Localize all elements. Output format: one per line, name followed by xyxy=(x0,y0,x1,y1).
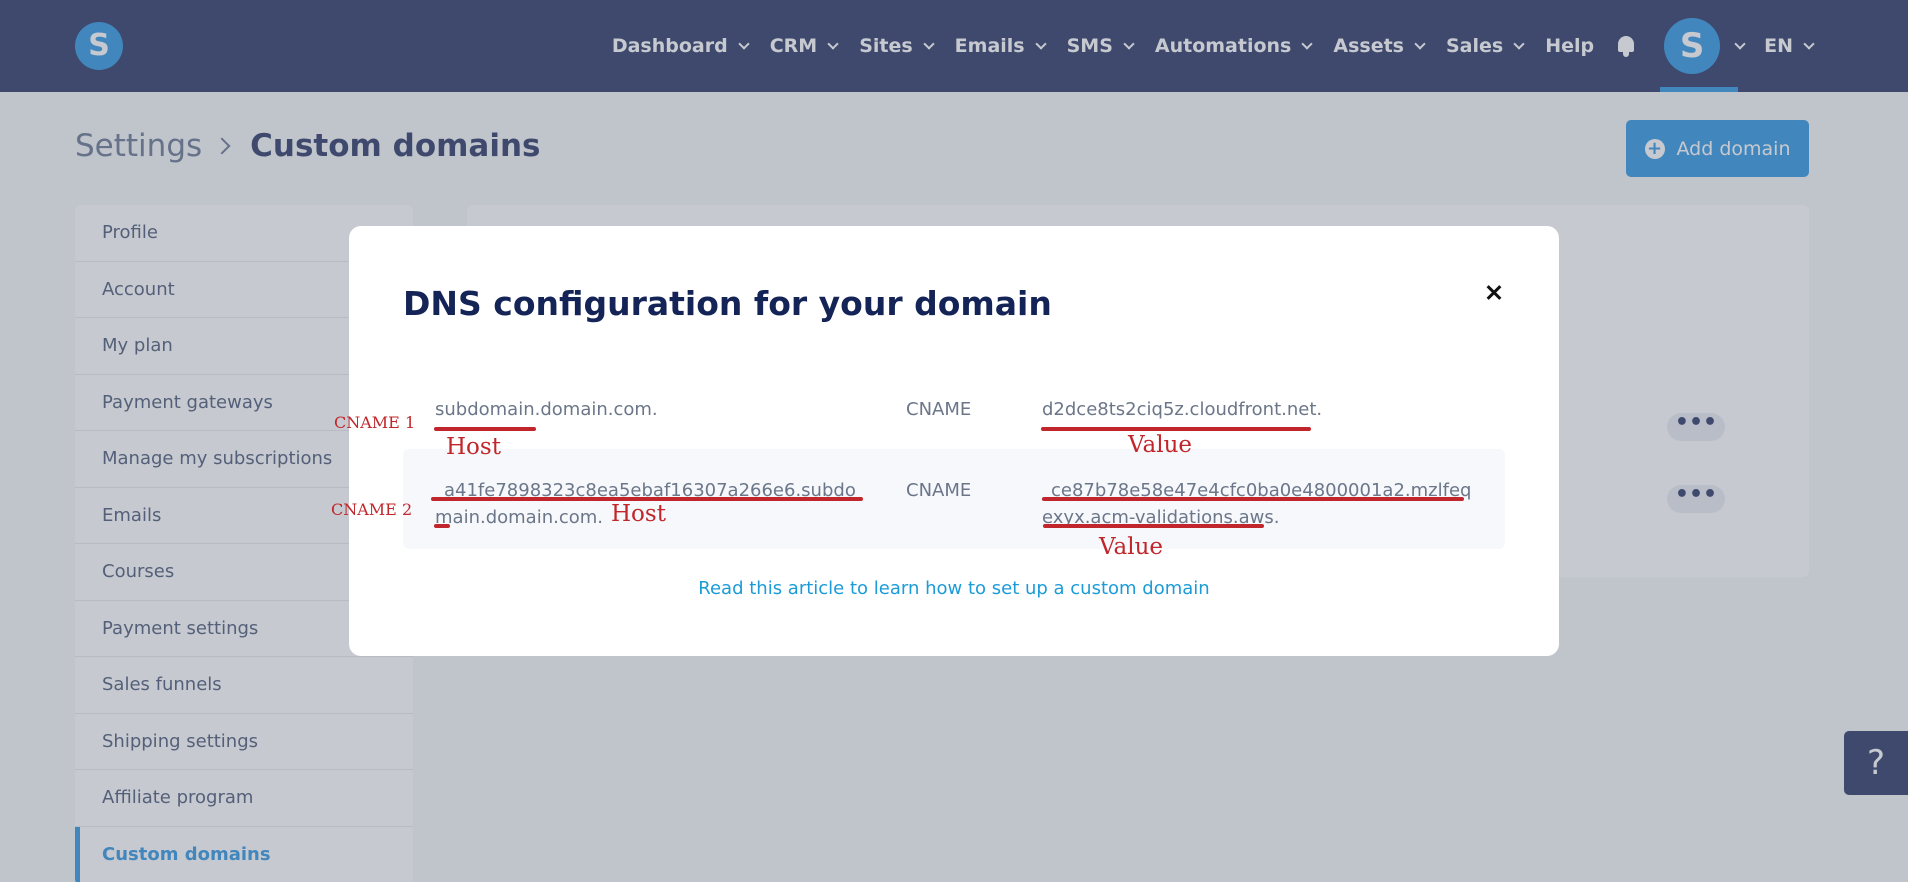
record-host: subdomain.domain.com. xyxy=(435,399,658,420)
annotation-underline xyxy=(1041,427,1311,431)
record-value: _ce87b78e58e47e4cfc0ba0e4800001a2.mzlfeq… xyxy=(1042,480,1472,528)
annotation-cname2: CNAME 2 xyxy=(331,500,413,519)
close-icon[interactable] xyxy=(1479,278,1509,308)
annotation-host: Host xyxy=(611,501,666,527)
dns-record-row: subdomain.domain.com. CNAME d2dce8ts2ciq… xyxy=(403,396,1505,452)
annotation-underline xyxy=(1042,497,1464,501)
annotation-underline xyxy=(1043,524,1264,528)
modal-title: DNS configuration for your domain xyxy=(403,284,1052,323)
annotation-host: Host xyxy=(446,434,501,460)
record-type: CNAME xyxy=(906,399,972,420)
record-value: d2dce8ts2ciq5z.cloudfront.net. xyxy=(1042,399,1323,420)
dns-config-modal: DNS configuration for your domain subdom… xyxy=(349,226,1559,656)
annotation-underline xyxy=(434,427,536,431)
annotation-value: Value xyxy=(1099,534,1163,560)
annotation-underline xyxy=(434,524,450,528)
help-article-link[interactable]: Read this article to learn how to set up… xyxy=(349,578,1559,599)
annotation-cname1: CNAME 1 xyxy=(334,413,416,432)
record-type: CNAME xyxy=(906,480,972,501)
annotation-value: Value xyxy=(1128,432,1192,458)
